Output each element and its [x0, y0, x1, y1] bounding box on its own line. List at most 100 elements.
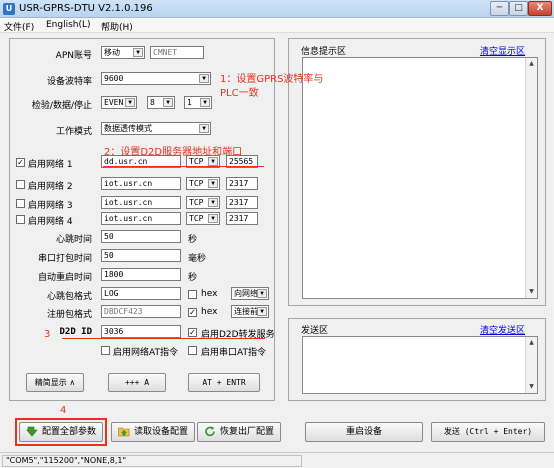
maximize-button[interactable]: □ [509, 1, 528, 16]
status-bar: "COM5","115200","NONE,8,1" [0, 452, 554, 468]
d2d-id-label: D2D ID [59, 327, 92, 337]
info-scrollbar[interactable]: ▲ ▼ [525, 58, 537, 298]
heartbeat-hex-label: hex [201, 289, 218, 299]
close-button[interactable]: X [528, 1, 552, 16]
menu-english[interactable]: English(L) [46, 20, 91, 30]
send-input-area[interactable]: ▲ ▼ [302, 336, 538, 394]
apn-operator-value: 移动 [104, 48, 120, 57]
network-3-label: 启用网络 3 [28, 201, 73, 211]
d2d-id-input[interactable]: 3036 [101, 325, 181, 338]
heartbeat-format-label: 心跳包格式 [46, 292, 92, 302]
heartbeat-input[interactable]: 50 [101, 230, 181, 243]
heartbeat-format-input[interactable]: LOG [101, 287, 181, 300]
parity-select[interactable]: EVEN ▼ [101, 96, 137, 109]
plus-a-button[interactable]: +++ A [108, 373, 166, 392]
register-format-input[interactable]: DBDCF423 [101, 305, 181, 318]
status-text: "COM5","115200","NONE,8,1" [2, 455, 302, 467]
register-timing-value: 连接前 [234, 307, 258, 316]
pack-time-unit: 毫秒 [188, 254, 207, 264]
info-display-area[interactable]: ▲ ▼ [302, 57, 538, 299]
network-2-address[interactable]: iot.usr.cn [101, 177, 181, 190]
minimize-button[interactable]: ─ [490, 1, 509, 16]
at-enter-button[interactable]: AT + ENTR [188, 373, 260, 392]
network-2-protocol[interactable]: TCP ▼ [186, 177, 220, 190]
register-hex-label: hex [201, 307, 218, 317]
heartbeat-direction-value: 向网络 [234, 289, 258, 298]
net-at-checkbox[interactable] [101, 346, 110, 355]
chevron-down-icon: ▼ [208, 157, 218, 166]
data-bits-select[interactable]: 8 ▼ [147, 96, 175, 109]
network-3-address[interactable]: iot.usr.cn [101, 196, 181, 209]
parity-label: 检验/数据/停止 [31, 101, 92, 111]
annotation-2-underline [103, 166, 264, 167]
d2d-forward-checkbox[interactable]: ✓ [188, 328, 197, 337]
read-config-button[interactable]: 读取设备配置 [111, 422, 195, 442]
pack-time-input[interactable]: 50 [101, 249, 181, 262]
restore-factory-button[interactable]: 恢复出厂配置 [197, 422, 281, 442]
baud-value: 9600 [104, 74, 124, 83]
serial-at-label: 启用串口AT指令 [201, 348, 266, 358]
app-icon: U [3, 3, 15, 15]
send-scrollbar[interactable]: ▲ ▼ [525, 337, 537, 393]
network-2-port[interactable]: 2317 [226, 177, 258, 190]
heartbeat-hex-checkbox[interactable] [188, 290, 197, 299]
register-timing-select[interactable]: 连接前 ▼ [231, 305, 269, 318]
parity-value: EVEN [104, 98, 124, 107]
network-1-checkbox[interactable]: ✓ [16, 158, 25, 167]
stop-bits-value: 1 [187, 98, 192, 107]
network-3-checkbox[interactable] [16, 199, 25, 208]
app-window: U USR-GPRS-DTU V2.1.0.196 ─ □ X 文件(F) En… [0, 0, 554, 468]
serial-at-checkbox[interactable] [188, 346, 197, 355]
window-title: USR-GPRS-DTU V2.1.0.196 [19, 3, 153, 14]
scroll-down-icon[interactable]: ▼ [526, 286, 537, 298]
chevron-down-icon: ▼ [208, 179, 218, 188]
apn-input[interactable]: CMNET [150, 46, 204, 59]
title-bar: U USR-GPRS-DTU V2.1.0.196 ─ □ X [0, 0, 554, 18]
network-1-label: 启用网络 1 [28, 160, 73, 170]
scroll-up-icon[interactable]: ▲ [526, 58, 537, 70]
network-4-protocol-value: TCP [189, 214, 204, 223]
annotation-3: 3 [44, 329, 51, 340]
clear-display-link[interactable]: 清空显示区 [480, 44, 525, 57]
mode-select[interactable]: 数据透传模式 ▼ [101, 122, 211, 135]
chevron-down-icon: ▼ [257, 289, 267, 298]
network-2-label: 启用网络 2 [28, 182, 73, 192]
restart-time-unit: 秒 [188, 273, 198, 283]
network-3-protocol[interactable]: TCP ▼ [186, 196, 220, 209]
heartbeat-unit: 秒 [188, 235, 198, 245]
menu-help[interactable]: 帮助(H) [101, 20, 133, 33]
network-4-address[interactable]: iot.usr.cn [101, 212, 181, 225]
restart-device-button[interactable]: 重启设备 [305, 422, 423, 442]
network-4-label: 启用网络 4 [28, 217, 73, 227]
apn-operator-select[interactable]: 移动 ▼ [101, 46, 145, 59]
menu-bar: 文件(F) English(L) 帮助(H) [0, 18, 554, 33]
scroll-down-icon[interactable]: ▼ [526, 381, 537, 393]
send-button[interactable]: 发送 (Ctrl + Enter) [431, 422, 545, 442]
scroll-up-icon[interactable]: ▲ [526, 337, 537, 349]
chevron-down-icon: ▼ [133, 48, 143, 57]
net-at-label: 启用网络AT指令 [113, 348, 178, 358]
register-hex-checkbox[interactable]: ✓ [188, 308, 197, 317]
baud-select[interactable]: 9600 ▼ [101, 72, 211, 85]
simple-display-button[interactable]: 精简显示 ∧ [26, 373, 84, 392]
annotation-2: 2：设置D2D服务器地址和端口 [104, 147, 243, 158]
clear-send-link[interactable]: 清空发送区 [480, 323, 525, 336]
stop-bits-select[interactable]: 1 ▼ [184, 96, 212, 109]
network-2-checkbox[interactable] [16, 180, 25, 189]
menu-file[interactable]: 文件(F) [4, 20, 34, 33]
refresh-icon [205, 426, 215, 437]
apn-label: APN账号 [55, 51, 92, 61]
restart-time-label: 自动重启时间 [37, 273, 92, 283]
network-1-protocol-value: TCP [189, 157, 204, 166]
network-4-protocol[interactable]: TCP ▼ [186, 212, 220, 225]
network-3-port[interactable]: 2317 [226, 196, 258, 209]
heartbeat-direction-select[interactable]: 向网络 ▼ [231, 287, 269, 300]
network-4-checkbox[interactable] [16, 215, 25, 224]
network-4-port[interactable]: 2317 [226, 212, 258, 225]
chevron-down-icon: ▼ [208, 214, 218, 223]
register-format-label: 注册包格式 [46, 310, 92, 320]
annotation-1-line1: 1：设置GPRS波特率与 [220, 74, 324, 85]
network-2-protocol-value: TCP [189, 179, 204, 188]
restart-time-input[interactable]: 1800 [101, 268, 181, 281]
annotation-4: 4 [60, 405, 67, 416]
